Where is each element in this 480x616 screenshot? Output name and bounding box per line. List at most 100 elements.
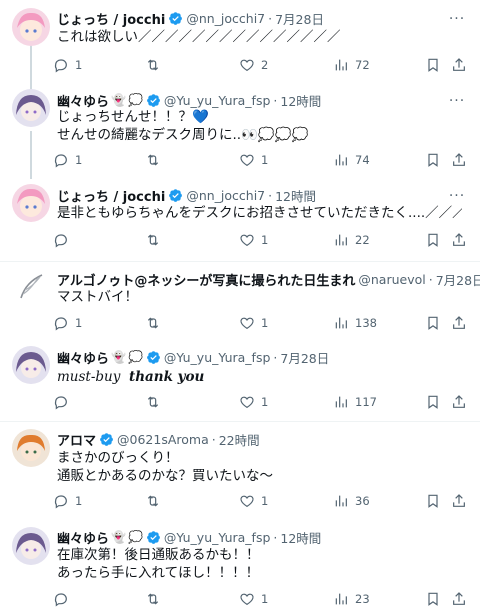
display-name[interactable]: 幽々ゆら: [57, 348, 109, 367]
heart-icon: [240, 317, 254, 330]
retweet-button[interactable]: [145, 231, 167, 249]
timestamp[interactable]: 12時間: [275, 186, 316, 205]
tweet[interactable]: じょっち / jocchi @nn_jocchi7 · 12時間 ··· 是非と…: [0, 180, 480, 262]
share-button[interactable]: [451, 231, 473, 249]
views-button[interactable]: 72: [333, 56, 370, 74]
like-button[interactable]: 1: [239, 492, 268, 510]
reply-button[interactable]: [53, 231, 75, 249]
like-button[interactable]: 1: [239, 393, 268, 411]
views-button[interactable]: 74: [333, 151, 370, 169]
tweet-line: せんせの綺麗なデスク周りに..👀💭💭💭: [57, 126, 462, 144]
tweet-text: マストバイ！: [57, 288, 462, 306]
share-button[interactable]: [451, 56, 473, 74]
analytics-icon: [335, 593, 347, 605]
bookmark-button[interactable]: [425, 314, 447, 332]
tweet-text: これは欲しい／／／／／／／／／／／／／／／: [57, 28, 462, 46]
handle[interactable]: @Yu_yu_Yura_fsp: [164, 93, 270, 108]
avatar[interactable]: [12, 89, 50, 127]
tweet[interactable]: アルゴノゥト@ネッシーが写真に撮られた日生まれ @naruevol · 7月28…: [0, 262, 480, 342]
verified-badge-icon: [147, 93, 160, 107]
handle[interactable]: @0621sAroma: [117, 432, 209, 447]
bookmark-button[interactable]: [425, 231, 447, 249]
timestamp[interactable]: 7月28日: [436, 270, 480, 289]
timestamp[interactable]: 7月28日: [275, 9, 324, 28]
views-button[interactable]: 117: [333, 393, 377, 411]
share-button[interactable]: [451, 151, 473, 169]
share-button[interactable]: [451, 314, 473, 332]
display-name[interactable]: 幽々ゆら: [57, 91, 109, 110]
tweet[interactable]: アロマ @0621sAroma · 22時間 まさかのびっくり！ 通販とかあるの…: [0, 422, 480, 522]
timestamp[interactable]: 22時間: [219, 430, 260, 449]
avatar[interactable]: [12, 8, 50, 46]
like-button[interactable]: 1: [239, 151, 268, 169]
views-count: 36: [355, 494, 370, 508]
tweet[interactable]: 幽々ゆら 👻 💭 @Yu_yu_Yura_fsp · 12時間 ··· じょっちせ…: [0, 85, 480, 180]
analytics-icon: [335, 495, 347, 507]
timestamp[interactable]: 7月28日: [280, 348, 329, 367]
retweet-icon: [147, 317, 159, 329]
avatar[interactable]: [12, 184, 50, 222]
like-button[interactable]: 1: [239, 590, 268, 608]
retweet-icon: [147, 154, 159, 166]
retweet-button[interactable]: [145, 314, 167, 332]
reply-button[interactable]: 1: [53, 314, 82, 332]
share-icon: [453, 153, 465, 166]
views-button[interactable]: 138: [333, 314, 377, 332]
avatar[interactable]: [12, 429, 50, 467]
tweet-line-text: must-buy: [57, 369, 121, 385]
handle[interactable]: @Yu_yu_Yura_fsp: [164, 350, 270, 365]
share-button[interactable]: [451, 492, 473, 510]
like-button[interactable]: 1: [239, 231, 268, 249]
share-button[interactable]: [451, 393, 473, 411]
bookmark-button[interactable]: [425, 56, 447, 74]
avatar[interactable]: [12, 268, 50, 306]
views-count: 138: [355, 316, 377, 330]
reply-button[interactable]: [53, 393, 75, 411]
reply-button[interactable]: [53, 590, 75, 608]
reply-button[interactable]: 1: [53, 151, 82, 169]
retweet-button[interactable]: [145, 590, 167, 608]
tweet-header: 幽々ゆら 👻 💭 @Yu_yu_Yura_fsp · 7月28日: [57, 348, 329, 367]
tweet-header: アルゴノゥト@ネッシーが写真に撮られた日生まれ @naruevol · 7月28…: [57, 270, 480, 289]
share-icon: [453, 58, 465, 71]
views-button[interactable]: 22: [333, 231, 370, 249]
tweet[interactable]: じょっち / jocchi @nn_jocchi7 · 7月28日 ··· これ…: [0, 0, 480, 85]
tweet[interactable]: 幽々ゆら 👻 💭 @Yu_yu_Yura_fsp · 12時間 在庫次第！後日通販…: [0, 522, 480, 616]
timestamp[interactable]: 12時間: [280, 91, 321, 110]
retweet-button[interactable]: [145, 56, 167, 74]
retweet-button[interactable]: [145, 393, 167, 411]
avatar[interactable]: [12, 527, 50, 565]
reply-icon: [54, 317, 67, 331]
handle[interactable]: @Yu_yu_Yura_fsp: [164, 530, 270, 545]
display-name[interactable]: 幽々ゆら: [57, 528, 109, 547]
like-button[interactable]: 1: [239, 314, 268, 332]
views-button[interactable]: 36: [333, 492, 370, 510]
display-name[interactable]: アロマ: [57, 430, 96, 449]
bookmark-button[interactable]: [425, 492, 447, 510]
handle[interactable]: @naruevol: [358, 272, 425, 287]
display-name[interactable]: じょっち / jocchi: [57, 186, 165, 205]
timestamp[interactable]: 12時間: [280, 528, 321, 547]
bookmark-button[interactable]: [425, 393, 447, 411]
more-options-icon[interactable]: ···: [448, 10, 466, 28]
bookmark-button[interactable]: [425, 590, 447, 608]
display-name[interactable]: アルゴノゥト@ネッシーが写真に撮られた日生まれ: [57, 270, 355, 289]
reply-button[interactable]: 1: [53, 492, 82, 510]
reply-count: 1: [75, 316, 83, 330]
like-button[interactable]: 2: [239, 56, 268, 74]
more-options-icon[interactable]: ···: [448, 187, 466, 205]
reply-button[interactable]: 1: [53, 56, 82, 74]
tweet[interactable]: 幽々ゆら 👻 💭 @Yu_yu_Yura_fsp · 7月28日 must-buy…: [0, 342, 480, 422]
handle[interactable]: @nn_jocchi7: [186, 11, 265, 26]
views-button[interactable]: 23: [333, 590, 370, 608]
like-count: 1: [261, 316, 269, 330]
display-name[interactable]: じょっち / jocchi: [57, 9, 165, 28]
share-button[interactable]: [451, 590, 473, 608]
tweet-line-text: 是非ともゆらちゃんをデスクにお招きさせていただきたく....／／／／: [57, 205, 462, 221]
handle[interactable]: @nn_jocchi7: [186, 188, 265, 203]
retweet-button[interactable]: [145, 151, 167, 169]
retweet-button[interactable]: [145, 492, 167, 510]
bookmark-button[interactable]: [425, 151, 447, 169]
avatar[interactable]: [12, 346, 50, 384]
tweet-line: じょっちせんせ！！？💙: [57, 108, 462, 126]
